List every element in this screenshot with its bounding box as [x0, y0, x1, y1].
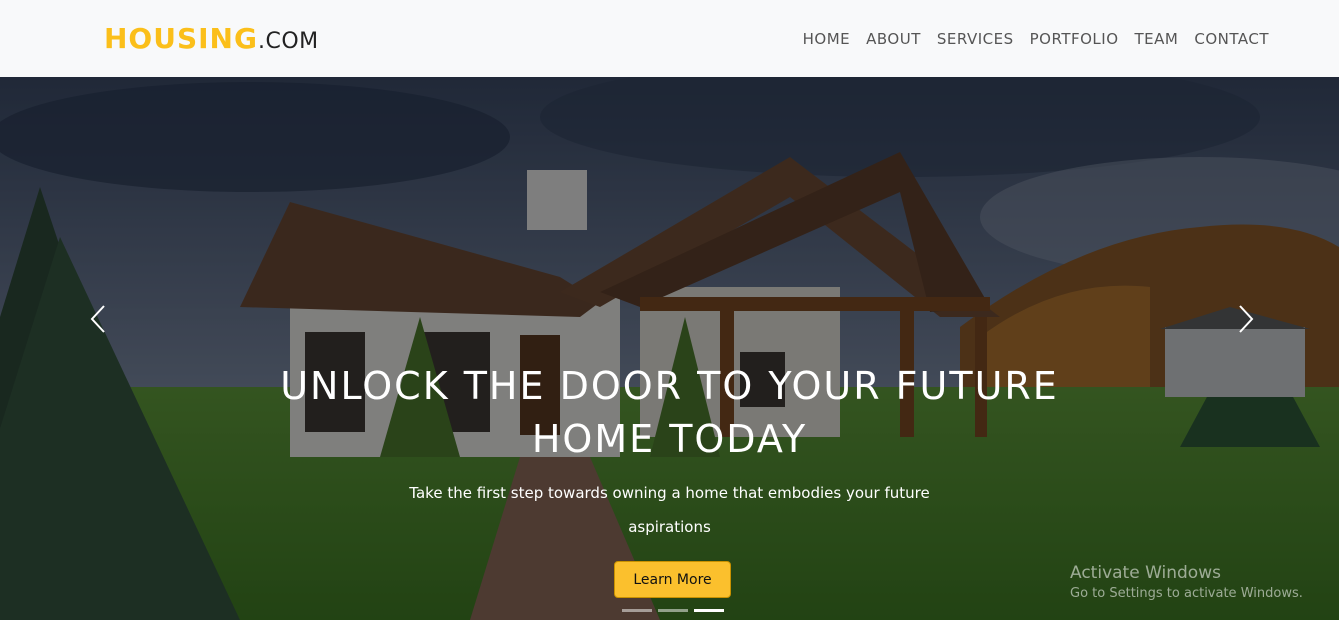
activate-windows-subtitle: Go to Settings to activate Windows.: [1070, 586, 1303, 601]
nav-link-team[interactable]: TEAM: [1135, 30, 1179, 48]
chevron-right-icon: [1239, 305, 1254, 333]
carousel-indicators: [622, 609, 724, 612]
navbar: HOUSING .COM HOME ABOUT SERVICES PORTFOL…: [0, 0, 1339, 77]
carousel-prev-button[interactable]: [78, 299, 118, 339]
hero-caption: UNLOCK THE DOOR TO YOUR FUTURE HOME TODA…: [0, 360, 1339, 544]
hero-carousel: UNLOCK THE DOOR TO YOUR FUTURE HOME TODA…: [0, 77, 1339, 620]
nav-menu: HOME ABOUT SERVICES PORTFOLIO TEAM CONTA…: [803, 29, 1269, 48]
learn-more-button[interactable]: Learn More: [614, 561, 731, 598]
activate-windows-title: Activate Windows: [1070, 563, 1221, 583]
brand-logo[interactable]: HOUSING .COM: [104, 22, 319, 55]
hero-subtitle: Take the first step towards owning a hom…: [409, 484, 930, 536]
brand-suffix: .COM: [257, 29, 319, 54]
carousel-indicator-3[interactable]: [694, 609, 724, 612]
nav-link-home[interactable]: HOME: [803, 30, 851, 48]
activate-windows-watermark: Activate Windows Go to Settings to activ…: [1070, 563, 1303, 601]
carousel-indicator-2[interactable]: [658, 609, 688, 612]
hero-title: UNLOCK THE DOOR TO YOUR FUTURE HOME TODA…: [280, 364, 1059, 461]
chevron-left-icon: [90, 305, 105, 333]
carousel-indicator-1[interactable]: [622, 609, 652, 612]
nav-link-contact[interactable]: CONTACT: [1194, 30, 1269, 48]
nav-link-portfolio[interactable]: PORTFOLIO: [1030, 30, 1119, 48]
nav-link-services[interactable]: SERVICES: [937, 30, 1014, 48]
brand-name: HOUSING: [104, 22, 258, 55]
carousel-next-button[interactable]: [1226, 299, 1266, 339]
nav-link-about[interactable]: ABOUT: [866, 30, 921, 48]
